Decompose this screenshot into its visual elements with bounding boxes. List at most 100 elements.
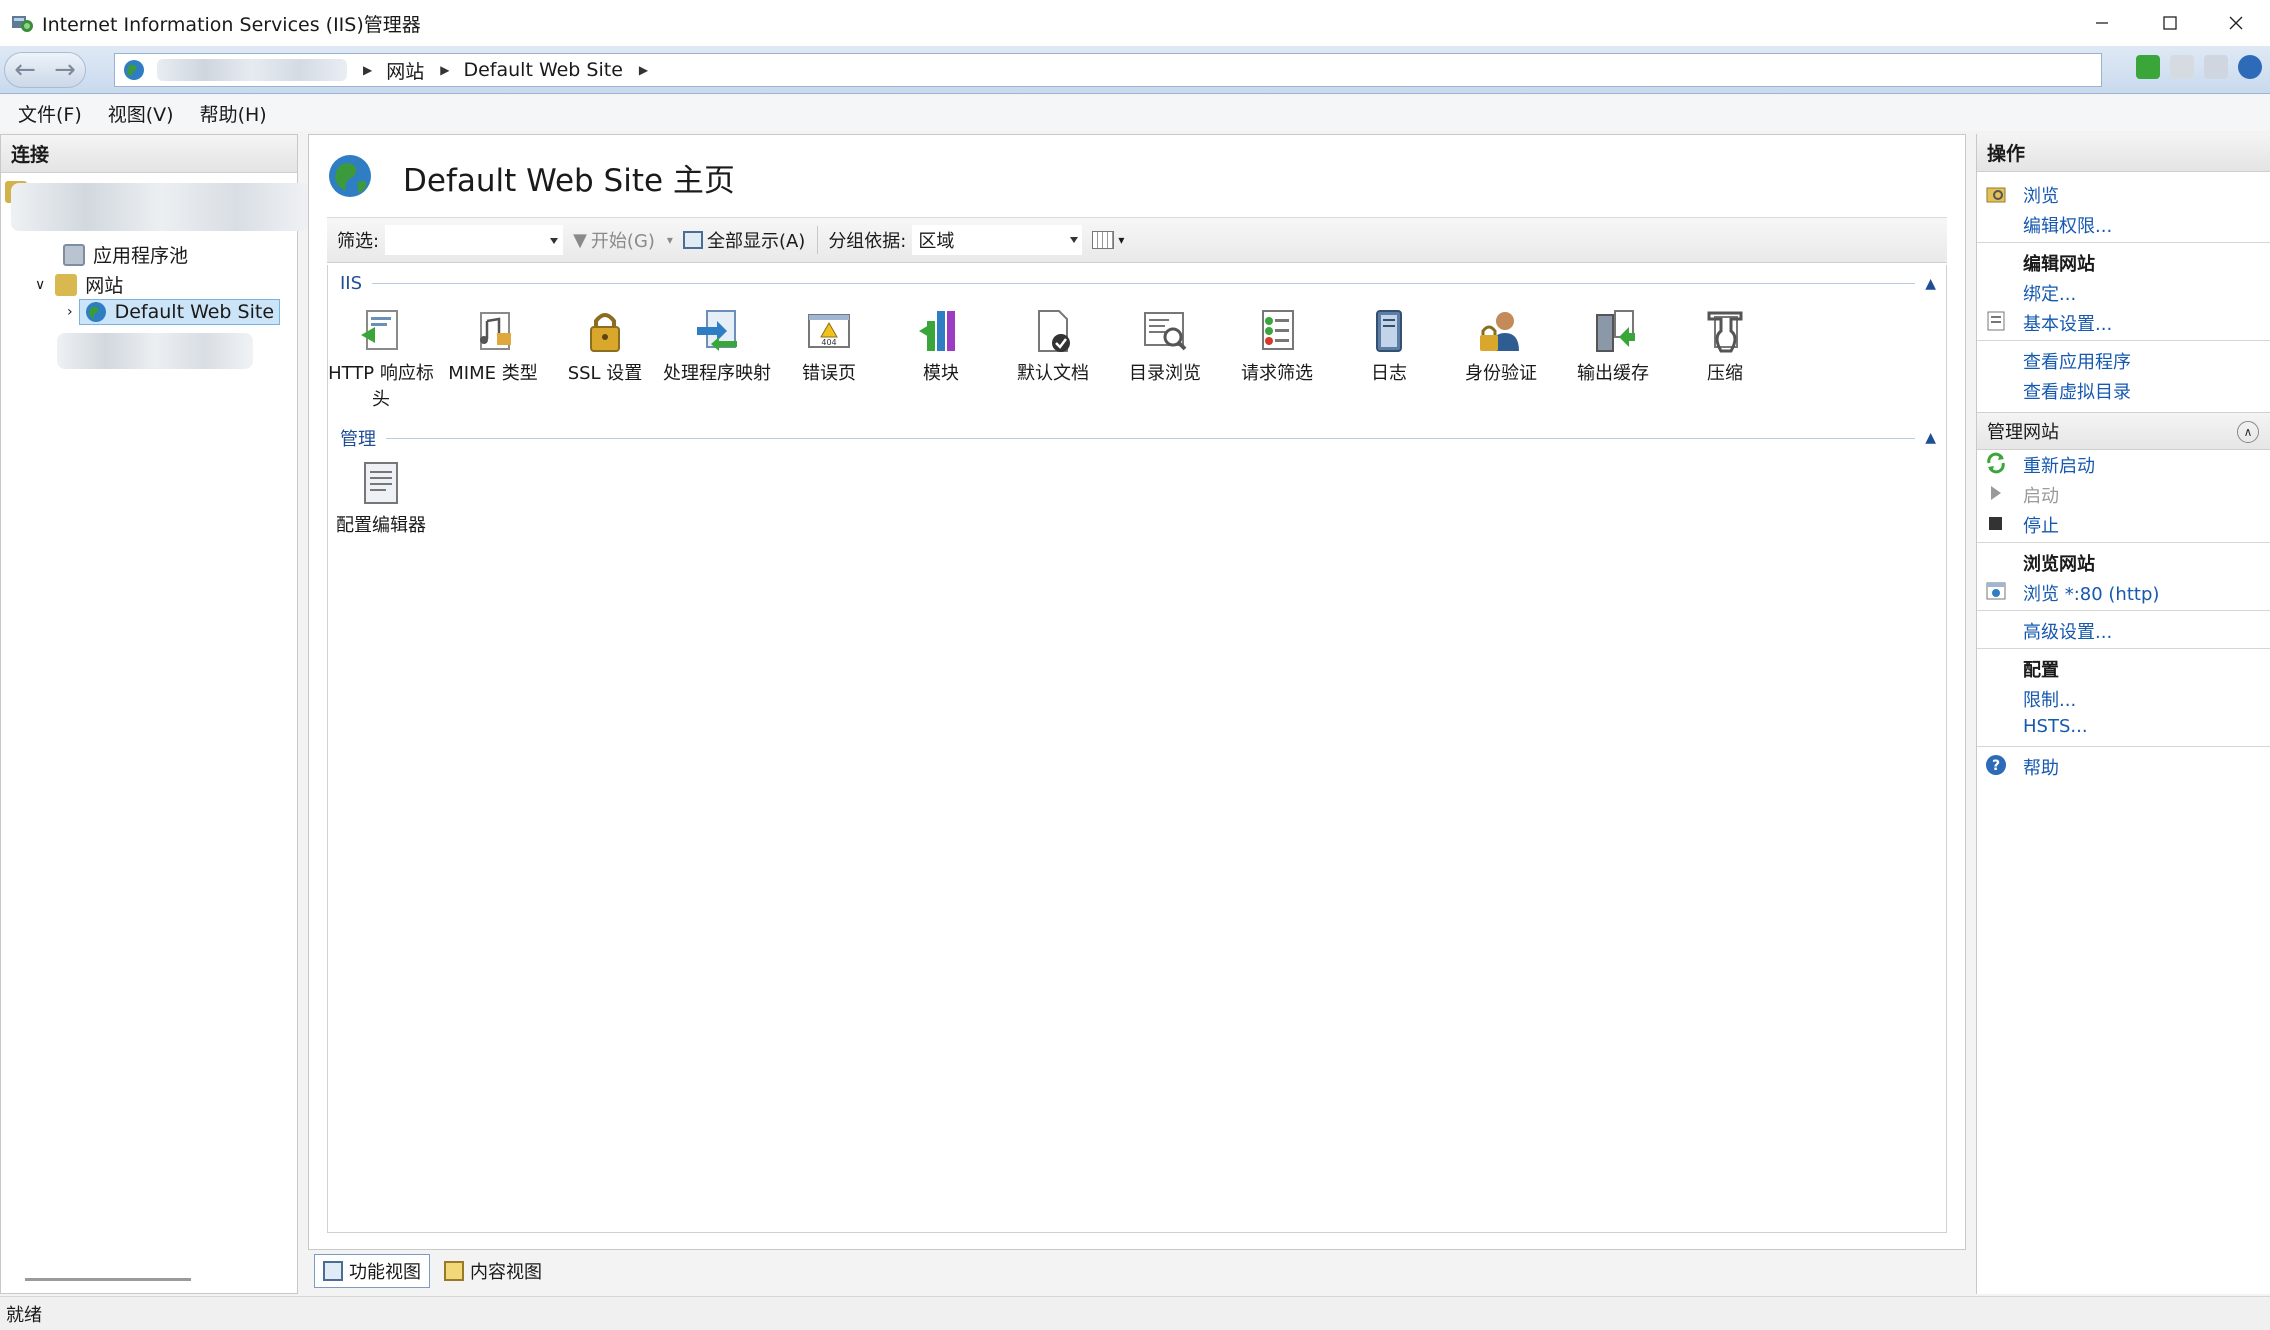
tree-default-site[interactable]: › Default Web Site bbox=[67, 299, 281, 325]
show-all-button[interactable]: 全部显示(A) bbox=[682, 227, 805, 253]
forward-arrow-icon[interactable]: → bbox=[54, 55, 76, 85]
action-edit-permissions[interactable]: 编辑权限... bbox=[2023, 212, 2112, 238]
action-basic-settings[interactable]: 基本设置... bbox=[2023, 310, 2112, 336]
refresh-icon[interactable] bbox=[2136, 55, 2160, 79]
actions-separator bbox=[1977, 340, 2270, 341]
stop-icon[interactable] bbox=[2170, 55, 2194, 79]
site-globe-icon bbox=[329, 155, 371, 197]
action-restart[interactable]: 重新启动 bbox=[2023, 452, 2095, 478]
feature-configuration-editor[interactable]: 配置编辑器 bbox=[326, 459, 436, 539]
dropdown-arrow-icon[interactable]: ▾ bbox=[667, 233, 673, 247]
chevron-right-icon[interactable]: › bbox=[67, 304, 73, 320]
dropdown-arrow-icon[interactable]: ▾ bbox=[1118, 233, 1124, 247]
authentication-icon bbox=[1477, 307, 1525, 355]
collapse-chevron-icon[interactable]: ▲ bbox=[1925, 276, 1936, 292]
group-by-select[interactable]: 区域 bbox=[912, 225, 1083, 255]
help-icon: ? bbox=[1986, 755, 2006, 775]
output-caching-icon bbox=[1589, 307, 1637, 355]
app-pool-icon bbox=[63, 243, 85, 266]
breadcrumb-end[interactable]: ▶ bbox=[633, 63, 662, 77]
actions-separator bbox=[1977, 648, 2270, 649]
browse-folder-icon bbox=[1986, 187, 2006, 203]
features-view-icon bbox=[323, 1261, 343, 1281]
breadcrumb-default-site[interactable]: ▶ Default Web Site bbox=[434, 59, 623, 81]
address-breadcrumb[interactable]: ▶ 网站 ▶ Default Web Site ▶ bbox=[114, 53, 2102, 87]
maximize-icon[interactable] bbox=[2136, 0, 2204, 46]
window-title: Internet Information Services (IIS)管理器 bbox=[42, 13, 421, 36]
features-panel: Default Web Site 主页 筛选: ▼ 开始(G) ▾ 全部显示(A… bbox=[308, 134, 1966, 1250]
group-header-iis[interactable]: IIS ▲ bbox=[340, 273, 1936, 294]
logging-icon bbox=[1365, 307, 1413, 355]
feature-authentication[interactable]: 身份验证 bbox=[1446, 307, 1556, 387]
group-header-management[interactable]: 管理 ▲ bbox=[340, 425, 1936, 451]
feature-request-filtering[interactable]: 请求筛选 bbox=[1222, 307, 1332, 387]
menu-help[interactable]: 帮助(H) bbox=[200, 100, 267, 127]
horizontal-scrollbar[interactable] bbox=[25, 1278, 191, 1281]
collapse-chevron-icon[interactable]: ∧ bbox=[2237, 421, 2259, 443]
feature-logging[interactable]: 日志 bbox=[1334, 307, 1444, 387]
browse-page-icon bbox=[1986, 582, 2006, 600]
http-headers-icon bbox=[357, 307, 405, 355]
feature-modules[interactable]: 模块 bbox=[886, 307, 996, 387]
stop-square-icon bbox=[1989, 517, 2002, 530]
close-icon[interactable] bbox=[2202, 0, 2270, 46]
collapse-chevron-icon[interactable]: ▲ bbox=[1925, 430, 1936, 446]
address-bar-row: ← → ▶ 网站 ▶ Default Web Site ▶ bbox=[0, 46, 2270, 94]
manage-site-header: 管理网站 ∧ bbox=[1977, 412, 2270, 450]
config-editor-icon bbox=[357, 459, 405, 507]
feature-error-pages[interactable]: 404 错误页 bbox=[774, 307, 884, 387]
actions-panel: 操作 浏览 编辑权限... 编辑网站 绑定... 基本设置... 查看应用程序 … bbox=[1976, 134, 2270, 1294]
group-divider bbox=[372, 283, 1916, 284]
chevron-down-icon[interactable]: ∨ bbox=[35, 277, 45, 293]
tree-sites[interactable]: ∨ 网站 bbox=[35, 271, 123, 298]
action-view-applications[interactable]: 查看应用程序 bbox=[2023, 348, 2131, 374]
feature-mime-types[interactable]: MIME 类型 bbox=[438, 307, 548, 387]
help-icon[interactable] bbox=[2238, 55, 2262, 79]
actions-separator bbox=[1977, 242, 2270, 243]
action-browse-port-80[interactable]: 浏览 *:80 (http) bbox=[2023, 580, 2159, 606]
tab-content-view[interactable]: 内容视图 bbox=[436, 1255, 550, 1287]
action-view-virtual-directories[interactable]: 查看虚拟目录 bbox=[2023, 378, 2131, 404]
browse-site-heading: 浏览网站 bbox=[2023, 554, 2095, 575]
minimize-icon[interactable] bbox=[2068, 0, 2136, 46]
view-mode-button[interactable]: ▾ bbox=[1092, 231, 1124, 249]
title-bar: Internet Information Services (IIS)管理器 bbox=[0, 0, 2270, 46]
filter-input[interactable] bbox=[385, 225, 564, 255]
action-advanced-settings[interactable]: 高级设置... bbox=[2023, 618, 2112, 644]
action-start[interactable]: 启动 bbox=[2023, 482, 2059, 508]
iis-app-icon bbox=[10, 11, 34, 35]
selected-site-node[interactable]: Default Web Site bbox=[78, 299, 281, 325]
feature-http-response-headers[interactable]: HTTP 响应标头 bbox=[326, 307, 436, 413]
globe-icon bbox=[85, 302, 106, 322]
go-button[interactable]: ▼ 开始(G) ▾ bbox=[573, 227, 673, 253]
features-content: IIS ▲ HTTP 响应标头 MIME 类型 SSL 设置 处理程序映射 40… bbox=[327, 265, 1947, 1233]
breadcrumb-sites[interactable]: ▶ 网站 bbox=[357, 57, 424, 84]
filter-label-wrap: 筛选: bbox=[337, 227, 379, 253]
tree-app-pools[interactable]: 应用程序池 bbox=[63, 241, 188, 268]
action-limits[interactable]: 限制... bbox=[2023, 686, 2076, 712]
feature-directory-browsing[interactable]: 目录浏览 bbox=[1110, 307, 1220, 387]
group-by-label-wrap: 分组依据: bbox=[828, 227, 906, 253]
feature-ssl-settings[interactable]: SSL 设置 bbox=[550, 307, 660, 387]
action-hsts[interactable]: HSTS... bbox=[2023, 716, 2088, 737]
settings-page-icon bbox=[1987, 311, 2005, 331]
action-browse[interactable]: 浏览 bbox=[2023, 182, 2059, 208]
back-arrow-icon[interactable]: ← bbox=[14, 55, 36, 85]
action-help[interactable]: 帮助 bbox=[2023, 754, 2059, 780]
menu-view[interactable]: 视图(V) bbox=[108, 100, 174, 127]
home-icon[interactable] bbox=[2204, 55, 2228, 79]
action-stop[interactable]: 停止 bbox=[2023, 512, 2059, 538]
tab-features-view[interactable]: 功能视图 bbox=[314, 1254, 430, 1288]
feature-handler-mappings[interactable]: 处理程序映射 bbox=[662, 307, 772, 387]
default-document-icon bbox=[1029, 307, 1077, 355]
feature-output-caching[interactable]: 输出缓存 bbox=[1558, 307, 1668, 387]
feature-default-document[interactable]: 默认文档 bbox=[998, 307, 1108, 387]
feature-compression[interactable]: 压缩 bbox=[1670, 307, 1780, 387]
edit-site-heading: 编辑网站 bbox=[2023, 254, 2095, 275]
play-icon bbox=[1991, 486, 2001, 500]
actions-separator bbox=[1977, 542, 2270, 543]
action-bindings[interactable]: 绑定... bbox=[2023, 280, 2076, 306]
menu-file[interactable]: 文件(F) bbox=[18, 100, 82, 127]
view-tabs: 功能视图 内容视图 bbox=[314, 1254, 550, 1288]
status-bar: 就绪 bbox=[0, 1296, 2270, 1330]
